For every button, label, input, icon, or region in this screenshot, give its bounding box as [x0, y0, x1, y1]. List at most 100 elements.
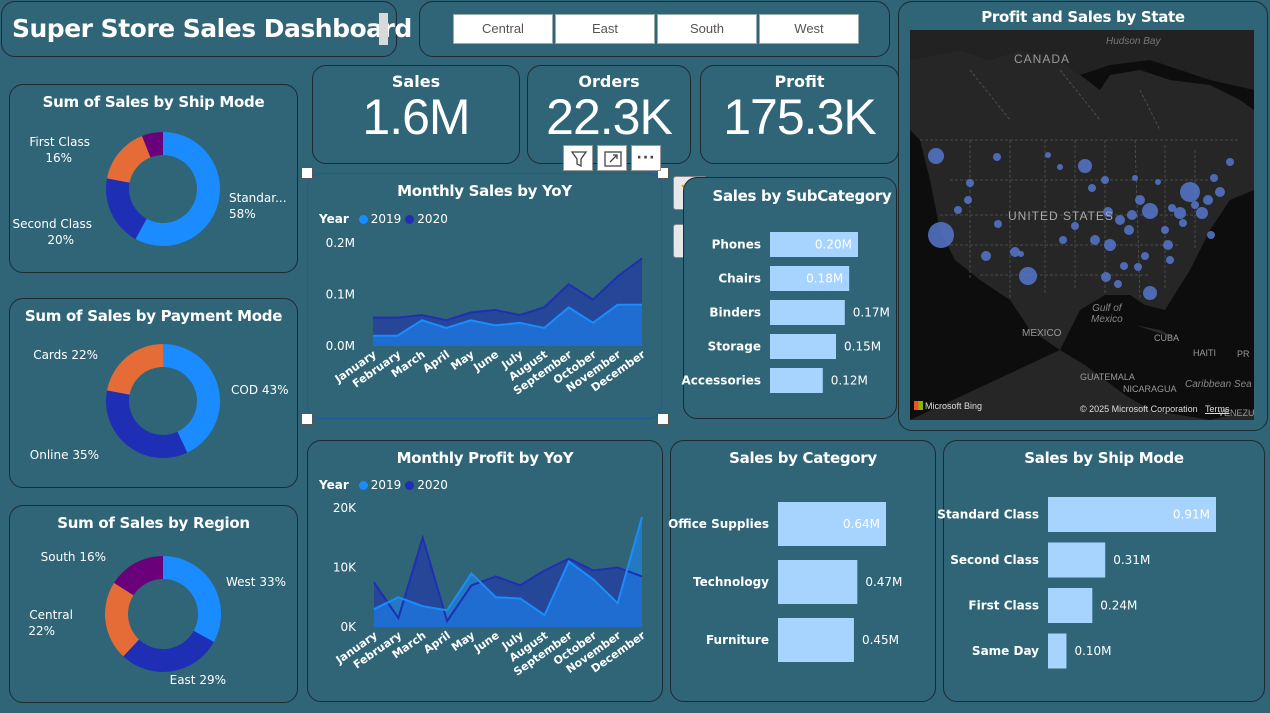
map-bubble[interactable]: [1143, 286, 1157, 300]
map-bubble[interactable]: [1104, 239, 1116, 251]
map-bubble[interactable]: [1196, 207, 1208, 219]
map-bubble[interactable]: [1142, 203, 1158, 219]
bar-first-class[interactable]: [1048, 588, 1093, 623]
bar-binders[interactable]: [770, 300, 845, 325]
map-panel[interactable]: Profit and Sales by State Hudson Bay CAN…: [898, 1, 1268, 431]
map-bubble[interactable]: [1179, 219, 1187, 227]
map-bubble[interactable]: [1155, 179, 1161, 185]
map-bubble[interactable]: [994, 220, 1002, 228]
payment-mode-donut-chart[interactable]: COD 43% Online 35% Cards 22%: [10, 299, 299, 489]
map-terms-link[interactable]: Terms: [1205, 404, 1230, 414]
donut-slice-east[interactable]: [123, 630, 214, 672]
slicer-south-button[interactable]: South: [657, 14, 757, 44]
resize-handle-tl[interactable]: [301, 167, 313, 179]
map-bubble[interactable]: [954, 206, 962, 214]
monthly-profit-area-chart[interactable]: 0K10K20KJanuaryFebruaryMarchAprilMayJune…: [308, 441, 664, 703]
monthly-sales-area-chart[interactable]: 0.0M0.1M0.2MJanuaryFebruaryMarchAprilMay…: [308, 174, 663, 420]
bar-value-label: 0.45M: [862, 633, 899, 647]
map-bubble[interactable]: [981, 251, 991, 261]
donut-label: Cards 22%: [33, 348, 98, 362]
bar-furniture[interactable]: [778, 618, 854, 662]
map-bubble[interactable]: [1203, 195, 1213, 205]
bar-accessories[interactable]: [770, 368, 823, 393]
subcategory-panel[interactable]: Sales by SubCategory Phones 0.20M Chairs 0.…: [682, 177, 898, 420]
map-bubble[interactable]: [1059, 236, 1067, 244]
map-bubble[interactable]: [1135, 195, 1145, 205]
kpi-profit-card[interactable]: Profit 175.3K: [700, 65, 899, 164]
y-tick-label: 10K: [333, 561, 357, 575]
title-accent-bar: [379, 13, 388, 45]
region-donut-panel[interactable]: Sum of Sales by Region West 33% East 29% C…: [9, 505, 298, 703]
focus-mode-icon[interactable]: [597, 145, 627, 171]
category-panel[interactable]: Sales by Category Office Supplies 0.64M Te…: [668, 440, 937, 703]
kpi-sales-card[interactable]: Sales 1.6M: [312, 65, 520, 164]
map-bubble[interactable]: [1207, 231, 1215, 239]
donut-slice-online[interactable]: [106, 390, 188, 458]
ship-mode-donut-panel[interactable]: Sum of Sales by Ship Mode Standar... 58% S…: [9, 84, 298, 273]
map-bubble[interactable]: [1120, 262, 1128, 270]
map-bubble[interactable]: [964, 196, 972, 204]
map-bubble[interactable]: [1132, 175, 1138, 181]
map-bubble[interactable]: [993, 153, 1001, 161]
map-title: Profit and Sales by State: [981, 8, 1185, 26]
filter-icon[interactable]: [563, 145, 593, 171]
map-canvas[interactable]: Hudson Bay CANADA UNITED STATES Gulf of …: [910, 30, 1254, 420]
donut-slice-west[interactable]: [163, 556, 222, 642]
map-bubble[interactable]: [1215, 187, 1225, 197]
map-bubble[interactable]: [1124, 225, 1134, 235]
bar-value-label: 0.47M: [865, 575, 902, 589]
resize-handle-br[interactable]: [657, 413, 669, 425]
map-bubble[interactable]: [1166, 256, 1174, 264]
slicer-west-button[interactable]: West: [759, 14, 859, 44]
map-bubble[interactable]: [1114, 280, 1122, 288]
map-bubble[interactable]: [1019, 267, 1037, 285]
monthly-profit-panel[interactable]: Monthly Profit by YoY Year 2019 2020 0K 10K…: [307, 440, 663, 702]
category-bar-chart[interactable]: Office Supplies 0.64M Technology 0.47M Furni…: [668, 441, 937, 703]
region-donut-chart[interactable]: West 33% East 29% Central 22% South 16%: [10, 506, 299, 704]
map-bubble[interactable]: [1127, 210, 1137, 220]
map-bubble[interactable]: [928, 222, 954, 248]
bar-technology[interactable]: [778, 560, 858, 604]
ship-mode-donut-chart[interactable]: Standar... 58% Second Class 20% First Class 1…: [10, 85, 299, 274]
bar-storage[interactable]: [770, 334, 836, 359]
map-bubble[interactable]: [1191, 201, 1199, 209]
map-bubble[interactable]: [1057, 164, 1063, 170]
map-bubble[interactable]: [1115, 215, 1125, 225]
slicer-east-button[interactable]: East: [555, 14, 655, 44]
map-label-canada: CANADA: [1014, 52, 1071, 66]
map-bubble[interactable]: [1141, 252, 1149, 260]
map-label-haiti: HAITI: [1193, 348, 1217, 358]
slicer-central-button[interactable]: Central: [453, 14, 553, 44]
map-bubble[interactable]: [1180, 182, 1200, 202]
map-bubble[interactable]: [1078, 159, 1092, 173]
map-bubble[interactable]: [1163, 240, 1173, 250]
donut-slice-second-class[interactable]: [106, 178, 147, 239]
bar-same-day[interactable]: [1048, 633, 1067, 669]
more-options-icon[interactable]: ···: [631, 145, 661, 171]
bar-category-label: Storage: [708, 340, 761, 354]
map-bubble[interactable]: [1210, 174, 1218, 182]
bing-logo-text: Microsoft Bing: [925, 401, 983, 411]
map-bubble[interactable]: [1101, 272, 1111, 282]
donut-slice-first-class[interactable]: [107, 136, 151, 183]
map-bubble[interactable]: [1226, 158, 1234, 166]
payment-mode-donut-panel[interactable]: Sum of Sales by Payment Mode COD 43% Onli…: [9, 298, 298, 488]
map-bubble[interactable]: [1101, 176, 1109, 184]
map-bubble[interactable]: [1045, 152, 1051, 158]
subcategory-bar-chart[interactable]: Phones 0.20M Chairs 0.18M Binders 0.17M Storag…: [682, 178, 898, 420]
map-bubble[interactable]: [1088, 184, 1096, 192]
map-bubble[interactable]: [1134, 263, 1142, 271]
donut-slice-cards[interactable]: [107, 344, 163, 395]
bar-second-class[interactable]: [1048, 542, 1106, 578]
map-bubble[interactable]: [966, 179, 974, 187]
resize-handle-bl[interactable]: [301, 413, 313, 425]
ship-mode-bar-chart[interactable]: Standard Class 0.91M Second Class 0.31M Firs…: [937, 441, 1266, 703]
ship-mode-bar-panel[interactable]: Sales by Ship Mode Standard Class 0.91M Se…: [937, 440, 1266, 703]
map-bubble[interactable]: [1161, 226, 1169, 234]
map-bubble[interactable]: [1071, 222, 1079, 230]
map-bubble[interactable]: [1018, 251, 1024, 257]
map-bubble[interactable]: [1090, 235, 1100, 245]
map-bubble[interactable]: [1174, 207, 1186, 219]
monthly-sales-panel[interactable]: Monthly Sales by YoY Year 2019 2020 0.0M 0.…: [307, 173, 662, 419]
map-bubble[interactable]: [928, 148, 944, 164]
